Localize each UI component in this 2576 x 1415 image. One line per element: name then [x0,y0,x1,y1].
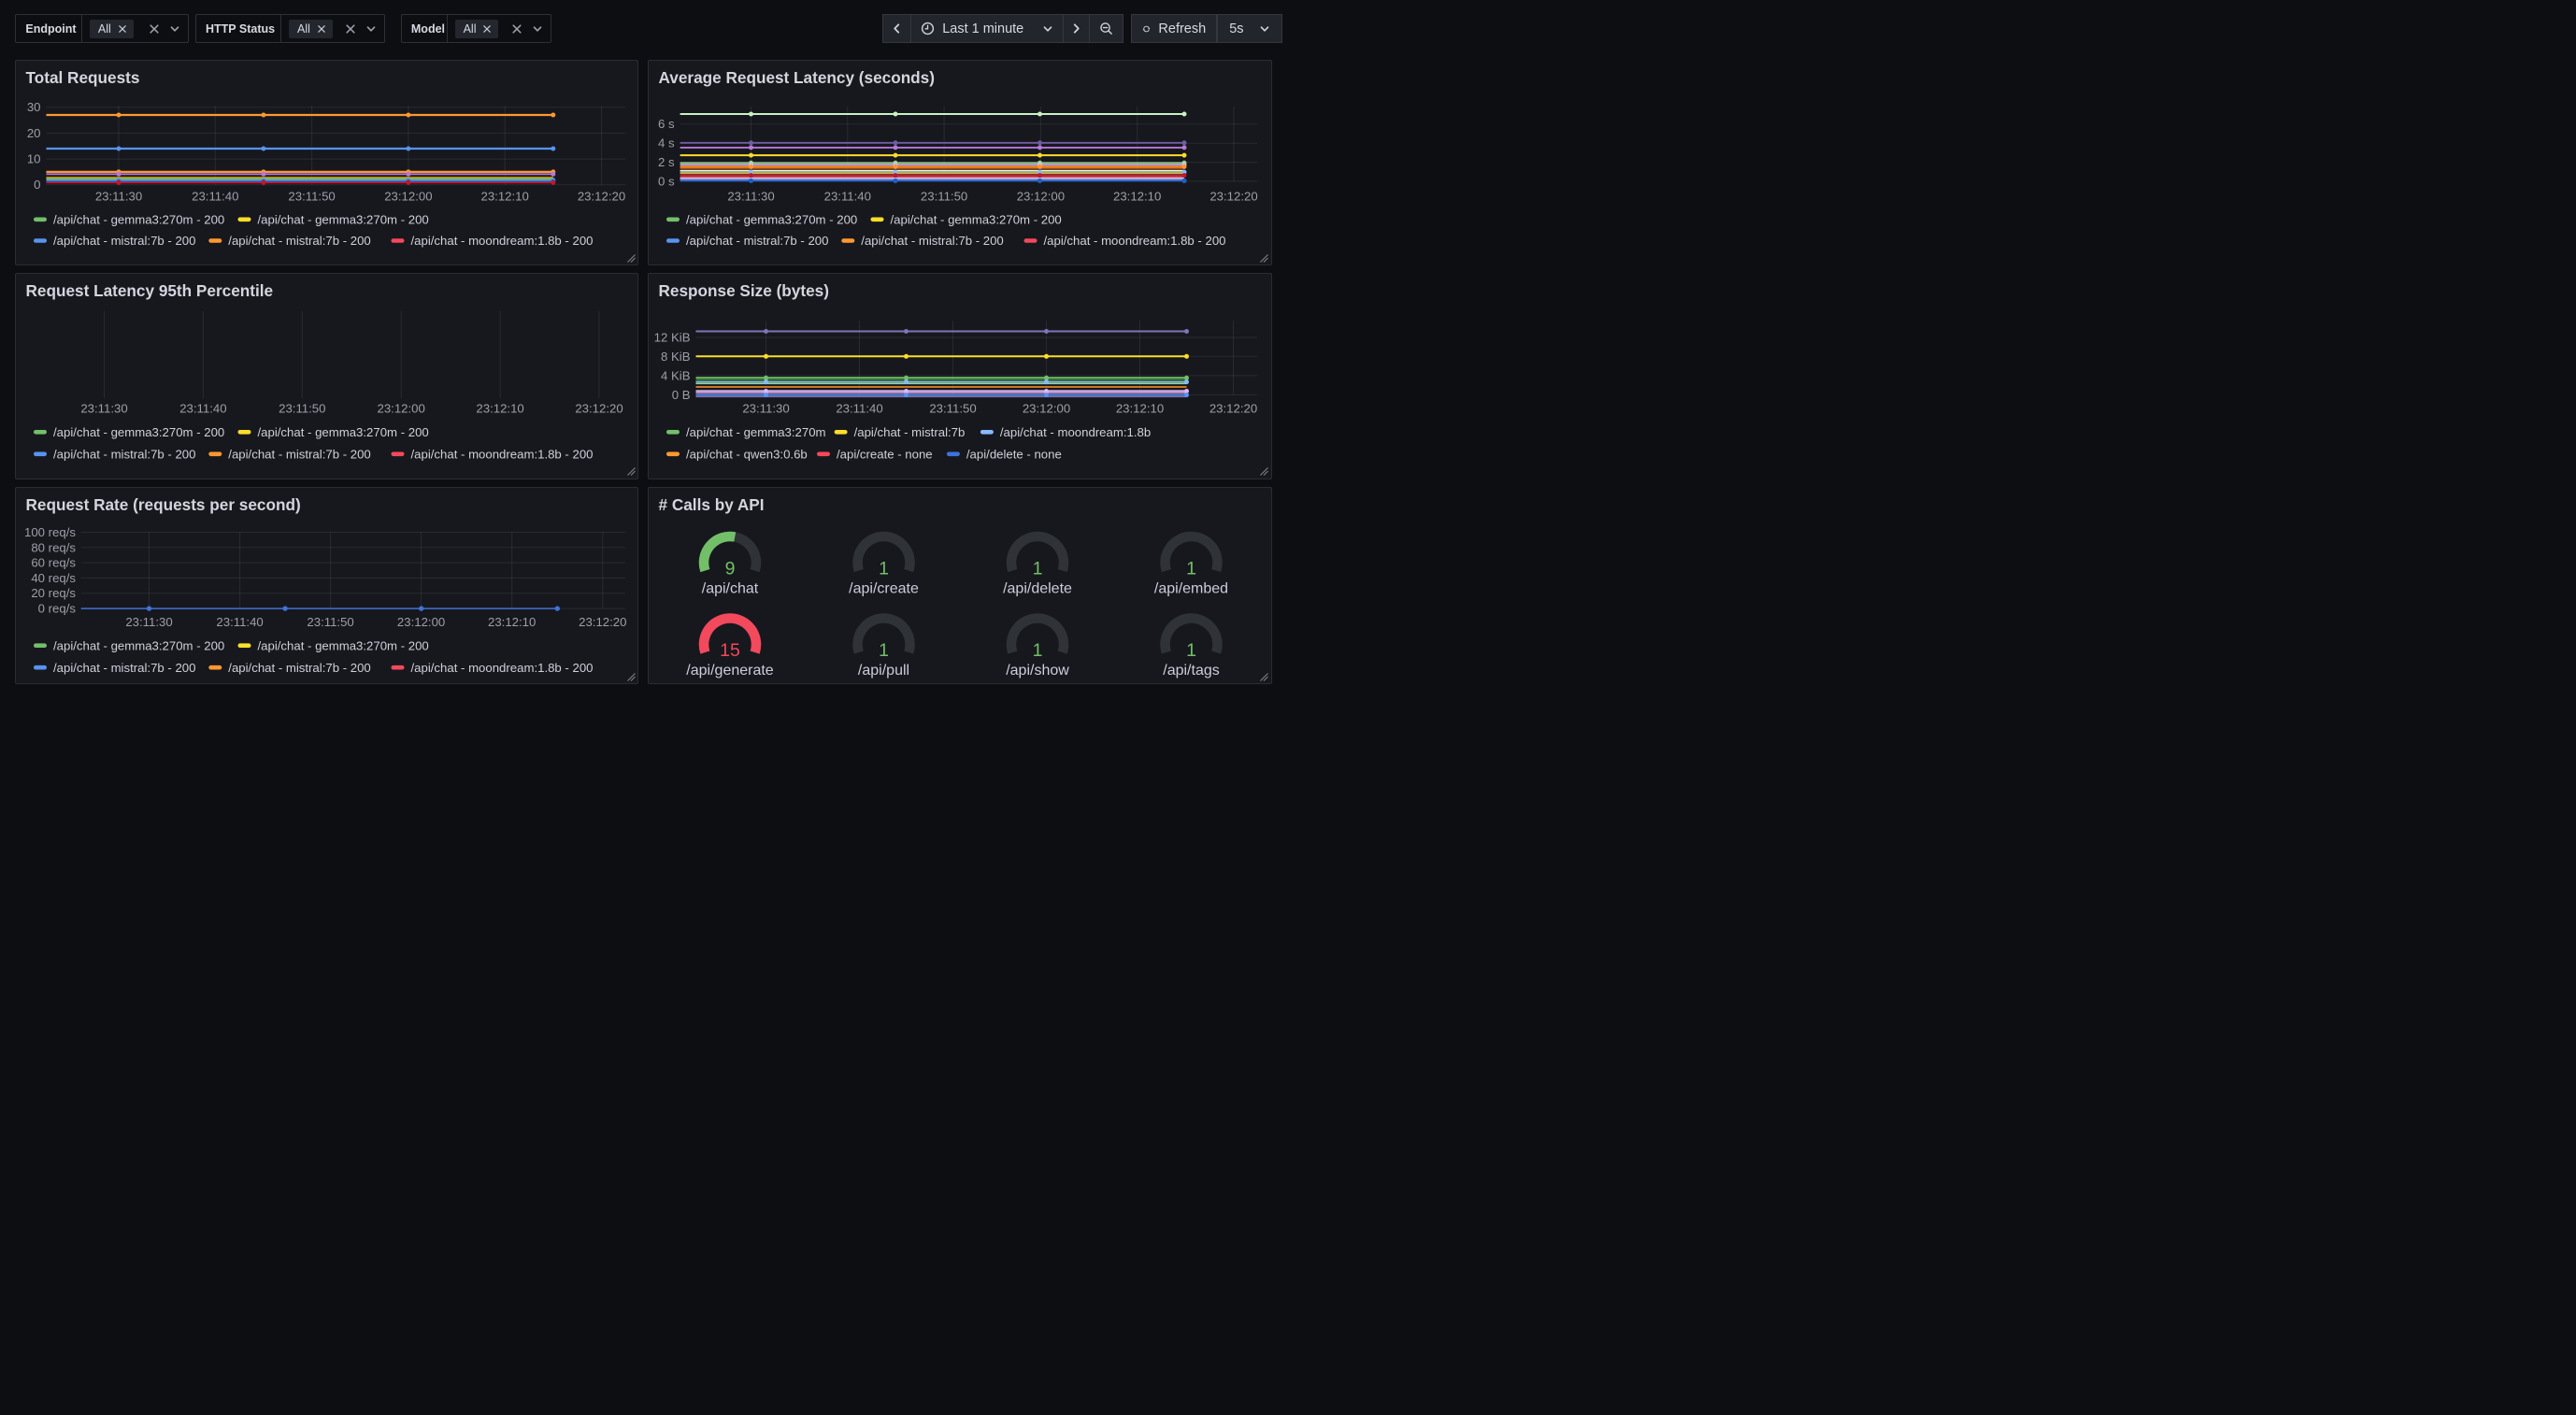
svg-text:Request Latency 95th Percentil: Request Latency 95th Percentile [25,281,273,300]
svg-text:23:11:50: 23:11:50 [929,401,976,415]
svg-text:23:12:20: 23:12:20 [1209,189,1257,203]
svg-text:/api/chat - mistral:7b - 200: /api/chat - mistral:7b - 200 [228,447,370,461]
svg-text:23:12:00: 23:12:00 [377,401,424,415]
svg-text:/api/embed: /api/embed [1154,580,1228,596]
svg-text:/api/chat - gemma3:270m - 200: /api/chat - gemma3:270m - 200 [257,425,428,439]
svg-text:/api/create: /api/create [849,580,919,596]
svg-text:23:11:30: 23:11:30 [94,189,141,203]
svg-text:/api/chat - mistral:7b - 200: /api/chat - mistral:7b - 200 [53,447,195,461]
svg-text:23:11:50: 23:11:50 [307,615,353,629]
svg-text:23:12:00: 23:12:00 [1017,189,1065,203]
svg-text:/api/chat - gemma3:270m - 200: /api/chat - gemma3:270m - 200 [53,638,224,652]
svg-text:/api/chat - moondream:1.8b - 2: /api/chat - moondream:1.8b - 200 [410,447,593,461]
svg-text:23:12:00: 23:12:00 [1023,401,1070,415]
svg-text:/api/create - none: /api/create - none [837,447,933,461]
svg-text:/api/chat - gemma3:270m: /api/chat - gemma3:270m [686,425,826,439]
svg-text:2 s: 2 s [658,155,675,169]
svg-text:9: 9 [725,558,736,579]
svg-text:/api/pull: /api/pull [858,663,909,679]
svg-text:15: 15 [720,640,740,661]
svg-text:/api/chat - gemma3:270m - 200: /api/chat - gemma3:270m - 200 [891,212,1062,226]
svg-text:23:11:50: 23:11:50 [288,189,335,203]
svg-text:23:11:40: 23:11:40 [836,401,882,415]
svg-text:23:12:10: 23:12:10 [488,615,536,629]
svg-text:4 s: 4 s [658,136,675,150]
svg-text:23:12:00: 23:12:00 [384,189,432,203]
svg-text:80 req/s: 80 req/s [31,540,76,554]
svg-text:23:12:10: 23:12:10 [1113,189,1161,203]
svg-text:Response Size (bytes): Response Size (bytes) [659,281,829,300]
svg-text:/api/chat - gemma3:270m - 200: /api/chat - gemma3:270m - 200 [53,425,224,439]
svg-text:23:12:10: 23:12:10 [476,401,523,415]
svg-text:/api/chat - gemma3:270m - 200: /api/chat - gemma3:270m - 200 [686,212,857,226]
svg-text:# Calls by API: # Calls by API [659,495,765,514]
svg-text:1: 1 [1033,640,1043,661]
svg-text:/api/chat - mistral:7b - 200: /api/chat - mistral:7b - 200 [228,660,370,674]
svg-text:23:11:50: 23:11:50 [279,401,325,415]
svg-text:0 req/s: 0 req/s [37,601,76,615]
svg-text:23:11:30: 23:11:30 [727,189,774,203]
svg-text:/api/chat - qwen3:0.6b: /api/chat - qwen3:0.6b [686,447,808,461]
svg-text:/api/delete: /api/delete [1003,580,1072,596]
svg-text:1: 1 [879,640,889,661]
svg-text:1: 1 [1033,558,1043,579]
svg-text:23:12:10: 23:12:10 [480,189,528,203]
svg-text:/api/chat - mistral:7b - 200: /api/chat - mistral:7b - 200 [686,234,828,248]
svg-text:/api/chat - gemma3:270m - 200: /api/chat - gemma3:270m - 200 [257,638,428,652]
svg-text:12 KiB: 12 KiB [654,331,691,345]
svg-text:30: 30 [26,100,40,114]
svg-text:Average Request Latency (secon: Average Request Latency (seconds) [659,68,935,87]
svg-text:4 KiB: 4 KiB [661,368,691,382]
svg-text:/api/chat - gemma3:270m - 200: /api/chat - gemma3:270m - 200 [53,212,224,226]
svg-text:20 req/s: 20 req/s [31,586,76,600]
svg-text:40 req/s: 40 req/s [31,570,76,584]
svg-text:/api/chat - moondream:1.8b - 2: /api/chat - moondream:1.8b - 200 [410,660,593,674]
svg-text:/api/tags: /api/tags [1163,663,1219,679]
svg-text:100 req/s: 100 req/s [24,525,76,539]
svg-text:/api/chat - moondream:1.8b: /api/chat - moondream:1.8b [1000,425,1151,439]
svg-text:23:12:10: 23:12:10 [1116,401,1164,415]
svg-text:60 req/s: 60 req/s [31,555,76,569]
svg-text:1: 1 [879,558,889,579]
svg-text:Request Rate (requests per sec: Request Rate (requests per second) [25,495,300,514]
svg-text:23:11:30: 23:11:30 [80,401,127,415]
svg-text:20: 20 [26,125,40,139]
svg-text:/api/chat - gemma3:270m - 200: /api/chat - gemma3:270m - 200 [257,212,428,226]
svg-text:/api/chat - moondream:1.8b - 2: /api/chat - moondream:1.8b - 200 [1044,234,1226,248]
svg-text:23:11:50: 23:11:50 [921,189,967,203]
svg-text:/api/chat - mistral:7b: /api/chat - mistral:7b [854,425,966,439]
svg-text:/api/delete - none: /api/delete - none [966,447,1062,461]
svg-text:23:11:40: 23:11:40 [824,189,871,203]
svg-text:/api/chat - mistral:7b - 200: /api/chat - mistral:7b - 200 [228,234,370,248]
svg-text:0 s: 0 s [658,174,675,188]
svg-text:/api/show: /api/show [1006,663,1069,679]
svg-text:23:12:20: 23:12:20 [579,615,626,629]
svg-text:1: 1 [1186,558,1196,579]
svg-text:23:11:30: 23:11:30 [125,615,172,629]
svg-text:23:12:20: 23:12:20 [1209,401,1257,415]
svg-text:23:12:00: 23:12:00 [396,615,444,629]
svg-text:/api/generate: /api/generate [686,663,774,679]
svg-text:0 B: 0 B [672,388,691,402]
svg-text:23:11:40: 23:11:40 [192,189,238,203]
svg-text:/api/chat: /api/chat [702,580,759,596]
svg-text:/api/chat - mistral:7b - 200: /api/chat - mistral:7b - 200 [53,234,195,248]
svg-text:23:12:20: 23:12:20 [575,401,623,415]
svg-text:1: 1 [1186,640,1196,661]
svg-text:23:11:40: 23:11:40 [216,615,263,629]
svg-text:23:12:20: 23:12:20 [577,189,624,203]
svg-text:6 s: 6 s [658,117,675,131]
svg-text:23:11:40: 23:11:40 [179,401,226,415]
svg-text:/api/chat - mistral:7b - 200: /api/chat - mistral:7b - 200 [53,660,195,674]
svg-text:/api/chat - moondream:1.8b - 2: /api/chat - moondream:1.8b - 200 [410,234,593,248]
svg-text:/api/chat - mistral:7b - 200: /api/chat - mistral:7b - 200 [861,234,1003,248]
svg-text:Total Requests: Total Requests [25,68,139,87]
svg-text:23:11:30: 23:11:30 [742,401,789,415]
svg-text:8 KiB: 8 KiB [661,350,691,364]
svg-text:0: 0 [34,178,40,192]
svg-text:10: 10 [26,151,40,165]
